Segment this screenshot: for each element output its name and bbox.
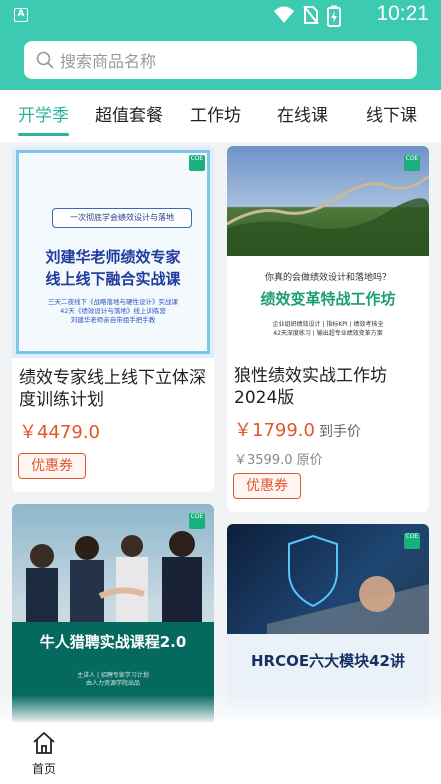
shield-illustration	[267, 534, 429, 634]
product-cover: COE 一次彻底学会绩效设计与落地 刘建华老师绩效专家 线上线下融合实战课 三天…	[12, 146, 214, 358]
nav-item-home[interactable]: 首页	[22, 731, 66, 777]
clock: 10:21	[376, 2, 429, 25]
coupon-button[interactable]: 优惠券	[233, 473, 301, 499]
nav-item-label: 首页	[31, 762, 56, 776]
home-icon	[33, 732, 55, 754]
bottom-navigation: 首页	[0, 725, 441, 784]
cover-headline: 绩效变革特战工作坊	[260, 290, 396, 308]
original-price: ￥3599.0 原价	[234, 453, 323, 468]
product-price-value: ￥1799.0	[234, 420, 315, 441]
cover-headline: 刘建华老师绩效专家	[45, 248, 181, 266]
coe-logo-icon: COE	[404, 533, 420, 549]
header: A 10:21 搜索商品名称	[0, 0, 441, 90]
product-card[interactable]: COE 你真的会做绩效设计和落地吗？ 绩效变革特战工作坊 企业组织绩效设计 | …	[227, 146, 429, 512]
product-price: ￥4479.0	[19, 422, 100, 443]
cover-headline: HRCOE六大模块42讲	[251, 652, 405, 670]
tab-xianxiake[interactable]: 线下课	[366, 90, 417, 142]
product-cover: COE 你真的会做绩效设计和落地吗？ 绩效变革特战工作坊 企业组织绩效设计 | …	[227, 146, 429, 376]
cover-text: 企业组织绩效设计 | 指标KPI | 绩效考核全 42天深度练习 | 输出超专业…	[227, 320, 429, 338]
tab-gongzuofang[interactable]: 工作坊	[190, 90, 241, 142]
cover-headline: 线上线下融合实战课	[45, 270, 181, 288]
tab-chaozhi-taocan[interactable]: 超值套餐	[95, 90, 163, 142]
coe-logo-icon: COE	[404, 155, 420, 171]
product-card[interactable]: COE 牛人猎聘实战课程2.0 主讲人 | 招聘专家学习计划 由人力资源学院出品	[12, 504, 214, 724]
handshake-photo	[26, 531, 202, 622]
product-cover: COE HRCOE六大模块42讲	[227, 524, 429, 724]
coupon-button[interactable]: 优惠券	[18, 453, 86, 479]
cover-badge: 一次彻底学会绩效设计与落地	[52, 208, 192, 228]
battery-charging-icon	[327, 5, 341, 27]
cover-headline: 牛人猎聘实战课程2.0	[12, 622, 214, 662]
product-card[interactable]: COE HRCOE六大模块42讲	[227, 524, 429, 724]
product-card[interactable]: COE 一次彻底学会绩效设计与落地 刘建华老师绩效专家 线上线下融合实战课 三天…	[12, 146, 214, 492]
product-title[interactable]: 狼性绩效实战工作坊2024版	[234, 365, 423, 409]
wifi-icon	[274, 6, 294, 23]
product-cover: COE 牛人猎聘实战课程2.0 主讲人 | 招聘专家学习计划 由人力资源学院出品	[12, 504, 214, 724]
cover-text-line: 主讲人 | 招聘专家学习计划	[77, 672, 149, 679]
product-title[interactable]: 绩效专家线上线下立体深度训练计划	[19, 367, 208, 411]
no-sim-icon	[303, 5, 319, 25]
cover-text-line: 42天深度练习 | 输出超专业绩效变革方案	[273, 330, 383, 337]
cover-text: 主讲人 | 招聘专家学习计划 由人力资源学院出品	[12, 672, 214, 688]
status-bar: A 10:21	[0, 0, 441, 30]
product-price: ￥1799.0 到手价	[234, 416, 361, 442]
coe-logo-icon: COE	[189, 513, 205, 529]
tab-kaixueji[interactable]: 开学季	[18, 90, 69, 142]
cover-text: 三天二夜线下《战略落地与硬性设计》实战课	[48, 298, 178, 306]
search-placeholder: 搜索商品名称	[60, 52, 157, 71]
search-bar[interactable]: 搜索商品名称	[24, 41, 417, 79]
search-icon	[36, 51, 54, 69]
cover-text: 刘建华老师亲自带组手把手教	[70, 316, 156, 324]
cover-text-line: 由人力资源学院出品	[85, 680, 140, 687]
category-tabs: 开学季 超值套餐 工作坊 在线课 线下课	[0, 90, 441, 142]
cover-text-line: 企业组织绩效设计 | 指标KPI | 绩效考核全	[272, 321, 384, 328]
scroll-fade	[0, 695, 441, 725]
cover-question: 你真的会做绩效设计和落地吗？	[264, 273, 391, 283]
price-suffix: 到手价	[318, 424, 361, 440]
great-wall-illustration	[227, 174, 429, 256]
tab-zaixianke[interactable]: 在线课	[277, 90, 328, 142]
coe-logo-icon: COE	[189, 155, 205, 171]
system-icons	[273, 5, 341, 27]
app-notification-icon: A	[14, 8, 28, 22]
cover-text: 42天《绩效设计与落地》线上训练营	[60, 307, 166, 315]
